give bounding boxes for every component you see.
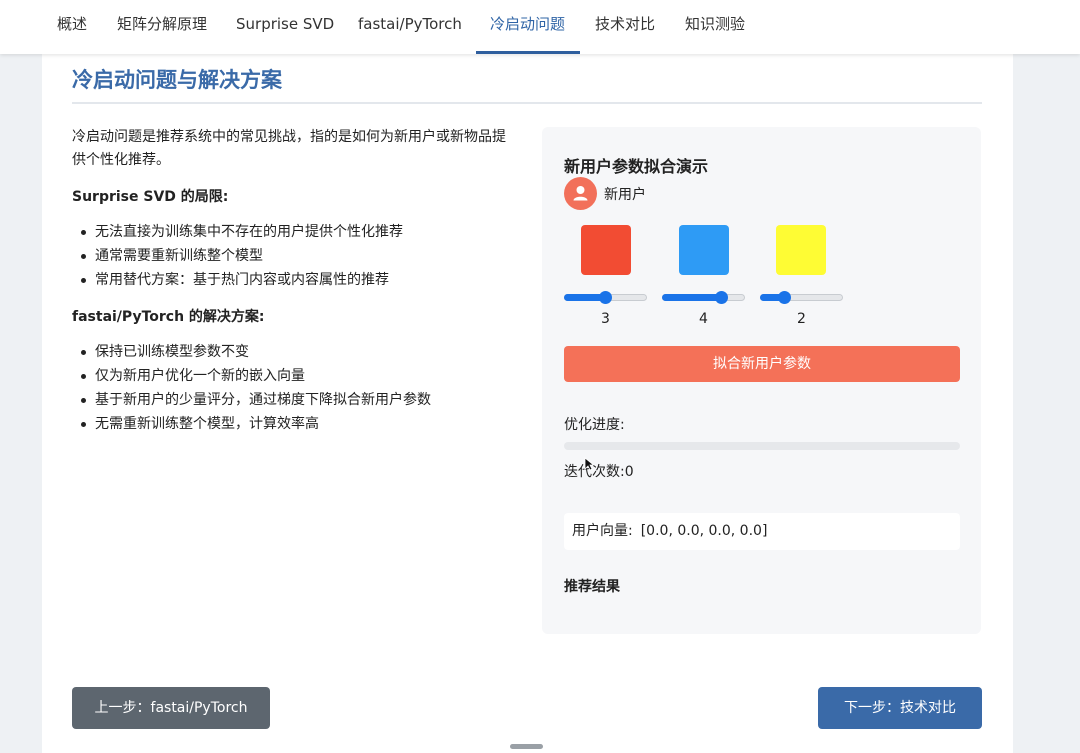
top-nav: 概述 矩阵分解原理 Surprise SVD fastai/PyTorch 冷启… — [0, 0, 1080, 54]
tab-fastai-pytorch[interactable]: fastai/PyTorch — [358, 0, 462, 54]
tab-cold-start[interactable]: 冷启动问题 — [490, 0, 565, 54]
tab-surprise-svd[interactable]: Surprise SVD — [236, 0, 334, 54]
previous-step-button[interactable]: 上一步：fastai/PyTorch — [72, 687, 270, 729]
fastai-solution-list: 保持已训练模型参数不变 仅为新用户优化一个新的嵌入向量 基于新用户的少量评分，通… — [72, 340, 492, 436]
scroll-handle[interactable] — [510, 744, 543, 749]
slider-thumb[interactable] — [714, 291, 728, 304]
content-card: 冷启动问题与解决方案 冷启动问题是推荐系统中的常见挑战，指的是如何为新用户或新物… — [42, 54, 1013, 753]
list-item: 通常需要重新训练整个模型 — [72, 244, 492, 268]
iteration-count: 迭代次数:0 — [564, 461, 634, 481]
fit-new-user-button[interactable]: 拟合新用户参数 — [564, 346, 960, 382]
rating-slider-red[interactable] — [564, 291, 647, 304]
new-user-label: 新用户 — [604, 187, 646, 203]
list-item: 常用替代方案：基于热门内容或内容属性的推荐 — [72, 268, 492, 292]
slider-fill — [662, 294, 721, 301]
person-icon — [564, 177, 597, 210]
tab-overview[interactable]: 概述 — [57, 0, 87, 54]
explanation-column: 冷启动问题是推荐系统中的常见挑战，指的是如何为新用户或新物品提供个性化推荐。 S… — [72, 126, 506, 436]
user-vector-box: 用户向量: [0.0, 0.0, 0.0, 0.0] — [564, 513, 960, 550]
list-item: 保持已训练模型参数不变 — [72, 340, 492, 364]
demo-panel: 新用户参数拟合演示 新用户 3 4 2 拟合新用户参数 优化进度: 迭代次数:0… — [542, 127, 981, 634]
optimization-progress-bar — [564, 442, 960, 450]
slider-thumb[interactable] — [599, 291, 612, 304]
user-vector-value: [0.0, 0.0, 0.0, 0.0] — [640, 523, 768, 539]
tab-matrix-factorization[interactable]: 矩阵分解原理 — [117, 0, 207, 54]
user-vector-label: 用户向量: — [572, 523, 633, 539]
tab-quiz[interactable]: 知识测验 — [685, 0, 745, 54]
tab-tech-comparison[interactable]: 技术对比 — [595, 0, 655, 54]
page-title: 冷启动问题与解决方案 — [72, 68, 282, 92]
fastai-solution-heading: fastai/PyTorch 的解决方案: — [72, 309, 265, 325]
rating-value-blue: 4 — [699, 311, 708, 327]
mouse-cursor-icon — [584, 457, 594, 471]
demo-title: 新用户参数拟合演示 — [564, 157, 709, 176]
recommendation-results-title: 推荐结果 — [564, 579, 620, 595]
rating-slider-yellow[interactable] — [760, 291, 843, 304]
list-item: 无需重新训练整个模型，计算效率高 — [72, 412, 492, 436]
rating-slider-blue[interactable] — [662, 291, 745, 304]
next-step-button[interactable]: 下一步：技术对比 — [818, 687, 982, 729]
list-item: 仅为新用户优化一个新的嵌入向量 — [72, 364, 492, 388]
slider-thumb[interactable] — [777, 291, 791, 304]
item-swatch-red — [581, 225, 631, 275]
active-tab-indicator — [476, 51, 580, 54]
iteration-label: 迭代次数: — [564, 464, 625, 480]
list-item: 无法直接为训练集中不存在的用户提供个性化推荐 — [72, 220, 492, 244]
surprise-limitations-heading: Surprise SVD 的局限: — [72, 189, 229, 205]
title-divider — [72, 102, 982, 104]
rating-value-red: 3 — [601, 311, 610, 327]
item-swatch-yellow — [776, 225, 826, 275]
rating-value-yellow: 2 — [797, 311, 806, 327]
intro-text: 冷启动问题是推荐系统中的常见挑战，指的是如何为新用户或新物品提供个性化推荐。 — [72, 129, 506, 168]
progress-label: 优化进度: — [564, 417, 625, 433]
item-swatch-blue — [679, 225, 729, 275]
iteration-value: 0 — [624, 464, 634, 480]
list-item: 基于新用户的少量评分，通过梯度下降拟合新用户参数 — [72, 388, 492, 412]
surprise-limitations-list: 无法直接为训练集中不存在的用户提供个性化推荐 通常需要重新训练整个模型 常用替代… — [72, 220, 492, 292]
